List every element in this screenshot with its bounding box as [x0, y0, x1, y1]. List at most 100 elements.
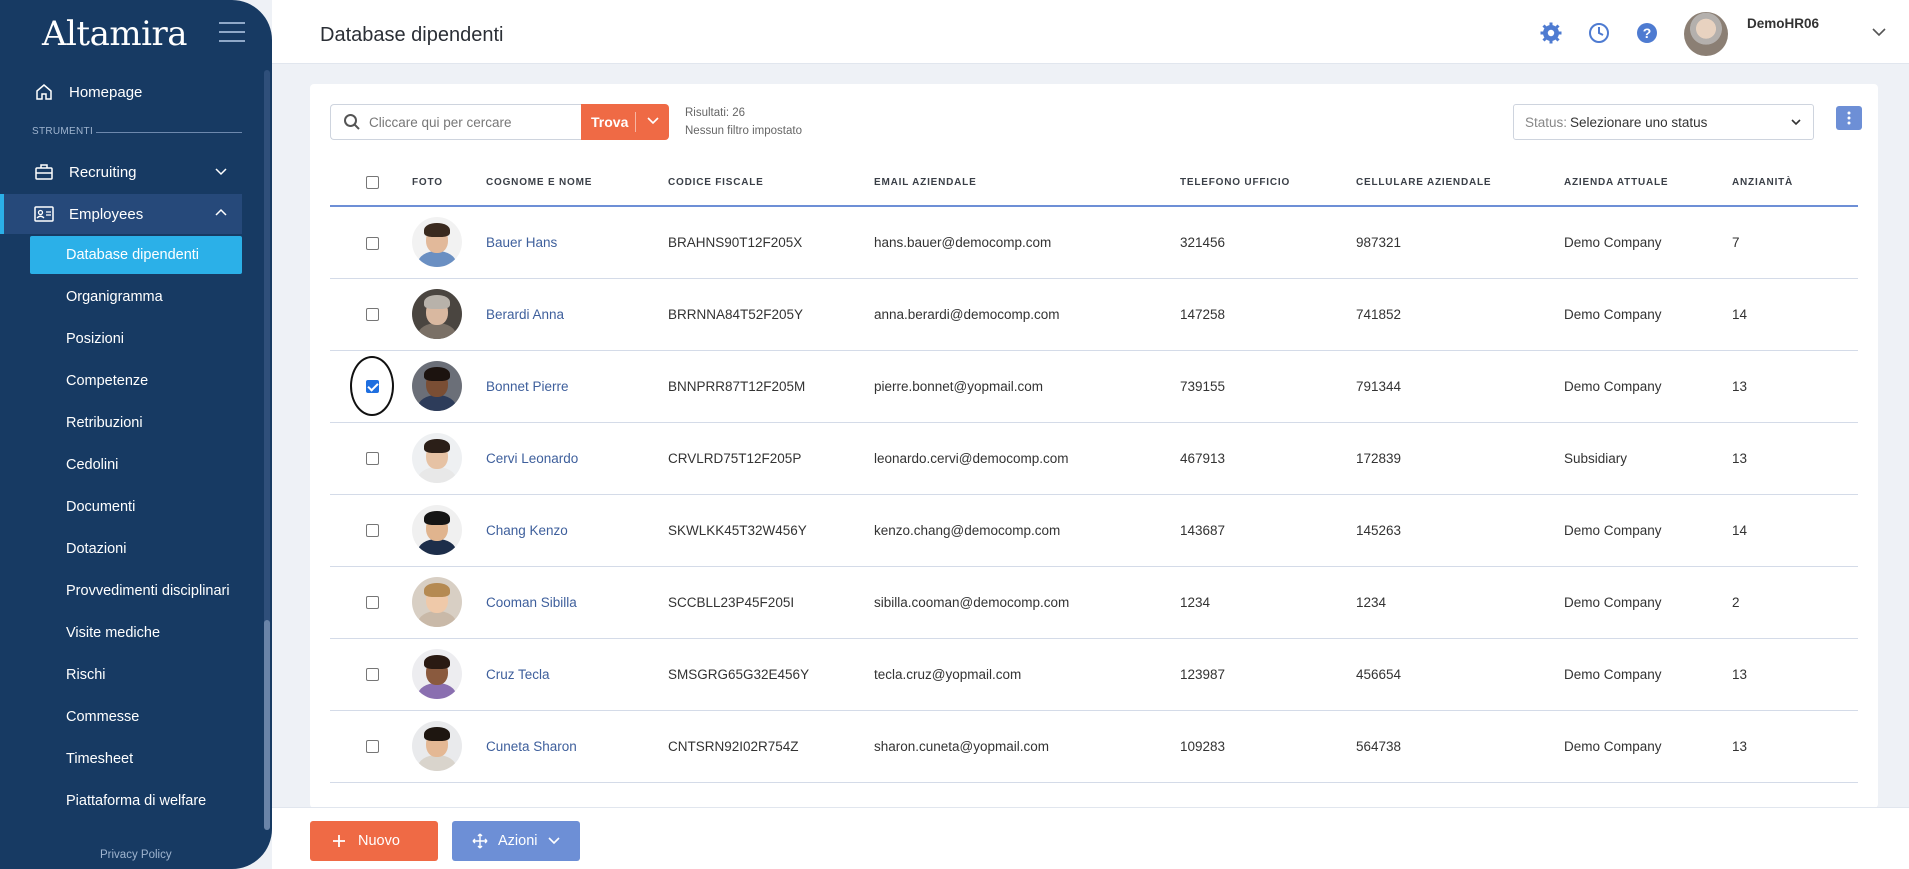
- employee-name-link[interactable]: Cooman Sibilla: [486, 566, 668, 639]
- employee-name-link[interactable]: Bauer Hans: [486, 206, 668, 279]
- employee-name-link[interactable]: Chang Kenzo: [486, 494, 668, 567]
- user-name[interactable]: DemoHR06: [1747, 16, 1819, 31]
- sidebar-item-cedolini[interactable]: Cedolini: [30, 446, 242, 484]
- chevron-down-icon[interactable]: [1872, 27, 1886, 37]
- telefono: 739155: [1180, 350, 1356, 423]
- employee-photo[interactable]: [412, 361, 462, 411]
- new-button-label: Nuovo: [358, 833, 400, 849]
- table-row[interactable]: Bauer Hans BRAHNS90T12F205X hans.bauer@d…: [330, 206, 1858, 279]
- sidebar-item-competenze[interactable]: Competenze: [30, 362, 242, 400]
- azienda: Demo Company: [1564, 638, 1732, 711]
- table-row[interactable]: Berardi Anna BRRNNA84T52F205Y anna.berar…: [330, 278, 1858, 351]
- sidebar-item-documenti[interactable]: Documenti: [30, 488, 242, 526]
- search-icon: [344, 114, 360, 130]
- cellulare: 564738: [1356, 710, 1564, 783]
- chevron-down-icon[interactable]: [647, 117, 659, 125]
- employee-photo[interactable]: [412, 217, 462, 268]
- employee-photo[interactable]: [412, 505, 462, 555]
- table-row[interactable]: Cruz Tecla SMSGRG65G32E456Y tecla.cruz@y…: [330, 638, 1858, 711]
- table-row[interactable]: Cervi Leonardo CRVLRD75T12F205P leonardo…: [330, 422, 1858, 495]
- results-summary: Risultati: 26 Nessun filtro impostato: [685, 104, 802, 140]
- search-input[interactable]: [369, 114, 569, 130]
- employee-photo[interactable]: [412, 577, 462, 627]
- app-logo[interactable]: Altamira: [42, 14, 188, 54]
- row-checkbox[interactable]: [366, 596, 379, 610]
- column-header[interactable]: CELLULARE AZIENDALE: [1356, 160, 1564, 207]
- table-row[interactable]: Bonnet Pierre BNNPRR87T12F205M pierre.bo…: [330, 350, 1858, 423]
- employee-name-link[interactable]: Bonnet Pierre: [486, 350, 668, 423]
- row-checkbox[interactable]: [366, 740, 379, 754]
- employee-photo[interactable]: [412, 649, 462, 699]
- row-checkbox[interactable]: [365, 379, 379, 393]
- column-header[interactable]: AZIENDA ATTUALE: [1564, 160, 1732, 207]
- column-header[interactable]: FOTO: [412, 160, 486, 207]
- table-row[interactable]: Chang Kenzo SKWLKK45T32W456Y kenzo.chang…: [330, 494, 1858, 567]
- azienda: Demo Company: [1564, 206, 1732, 279]
- employee-photo[interactable]: [412, 289, 462, 339]
- sidebar-item-commesse[interactable]: Commesse: [30, 698, 242, 736]
- sidebar-scrollbar-thumb[interactable]: [264, 620, 270, 830]
- column-header[interactable]: TELEFONO UFFICIO: [1180, 160, 1356, 207]
- anzianita: 14: [1732, 494, 1858, 567]
- row-checkbox[interactable]: [366, 524, 379, 538]
- actions-button[interactable]: Azioni: [452, 821, 580, 861]
- sidebar-item-welfare[interactable]: Piattaforma di welfare: [30, 782, 242, 820]
- email: sharon.cuneta@yopmail.com: [874, 710, 1180, 783]
- privacy-policy-link[interactable]: Privacy Policy: [100, 849, 172, 861]
- column-header[interactable]: CODICE FISCALE: [668, 160, 874, 207]
- status-dropdown[interactable]: Status: Selezionare uno status: [1513, 104, 1814, 140]
- kebab-menu-icon[interactable]: [1836, 106, 1862, 130]
- checkbox-highlight-circle: [350, 356, 394, 416]
- employees-table: FOTO COGNOME E NOME CODICE FISCALE EMAIL…: [330, 160, 1858, 783]
- sidebar-item-employees[interactable]: Employees: [0, 194, 242, 234]
- column-header[interactable]: ANZIANITÀ: [1732, 160, 1858, 207]
- trova-label: Trova: [591, 114, 629, 130]
- azienda: Demo Company: [1564, 350, 1732, 423]
- sidebar-item-visite-mediche[interactable]: Visite mediche: [30, 614, 242, 652]
- table-row[interactable]: Cuneta Sharon CNTSRN92I02R754Z sharon.cu…: [330, 710, 1858, 783]
- sidebar-item-rischi[interactable]: Rischi: [30, 656, 242, 694]
- sidebar-item-timesheet[interactable]: Timesheet: [30, 740, 242, 778]
- gear-icon[interactable]: [1540, 22, 1562, 44]
- user-avatar[interactable]: [1684, 12, 1728, 56]
- sidebar-item-dotazioni[interactable]: Dotazioni: [30, 530, 242, 568]
- chevron-down-icon: [547, 837, 560, 845]
- employee-photo[interactable]: [412, 721, 462, 771]
- cellulare: 145263: [1356, 494, 1564, 567]
- sidebar-item-database-dipendenti[interactable]: Database dipendenti: [30, 236, 242, 274]
- sidebar-item-posizioni[interactable]: Posizioni: [30, 320, 242, 358]
- row-checkbox[interactable]: [366, 668, 379, 682]
- row-checkbox[interactable]: [366, 236, 379, 250]
- sidebar-item-homepage[interactable]: Homepage: [0, 72, 242, 112]
- column-header[interactable]: COGNOME E NOME: [486, 160, 668, 207]
- new-employee-button[interactable]: Nuovo: [310, 821, 438, 861]
- clock-icon[interactable]: [1588, 22, 1610, 44]
- employee-name-link[interactable]: Cruz Tecla: [486, 638, 668, 711]
- azienda: Subsidiary: [1564, 422, 1732, 495]
- select-all-checkbox[interactable]: [366, 176, 379, 189]
- employee-name-link[interactable]: Cuneta Sharon: [486, 710, 668, 783]
- table-row[interactable]: Cooman Sibilla SCCBLL23P45F205I sibilla.…: [330, 566, 1858, 639]
- sidebar-item-provvedimenti[interactable]: Provvedimenti disciplinari: [30, 572, 242, 610]
- id-card-icon: [33, 203, 55, 225]
- chevron-down-icon: [1791, 119, 1801, 126]
- row-checkbox[interactable]: [366, 308, 379, 322]
- row-checkbox[interactable]: [366, 452, 379, 466]
- help-icon[interactable]: ?: [1636, 22, 1658, 44]
- sidebar-item-label: Recruiting: [69, 163, 137, 181]
- hamburger-menu-icon[interactable]: [219, 22, 245, 44]
- anzianita: 14: [1732, 278, 1858, 351]
- codice-fiscale: BRAHNS90T12F205X: [668, 206, 874, 279]
- trova-button[interactable]: Trova: [581, 104, 669, 140]
- sidebar: Altamira Homepage STRUMENTI Recruiting E…: [0, 0, 272, 869]
- section-label: STRUMENTI: [32, 126, 94, 137]
- column-header[interactable]: EMAIL AZIENDALE: [874, 160, 1180, 207]
- employee-name-link[interactable]: Cervi Leonardo: [486, 422, 668, 495]
- sidebar-item-recruiting[interactable]: Recruiting: [0, 152, 242, 192]
- anzianita: 13: [1732, 350, 1858, 423]
- employee-name-link[interactable]: Berardi Anna: [486, 278, 668, 351]
- search-box[interactable]: [330, 104, 581, 140]
- employee-photo[interactable]: [412, 433, 462, 483]
- sidebar-item-retribuzioni[interactable]: Retribuzioni: [30, 404, 242, 442]
- sidebar-item-organigramma[interactable]: Organigramma: [30, 278, 242, 316]
